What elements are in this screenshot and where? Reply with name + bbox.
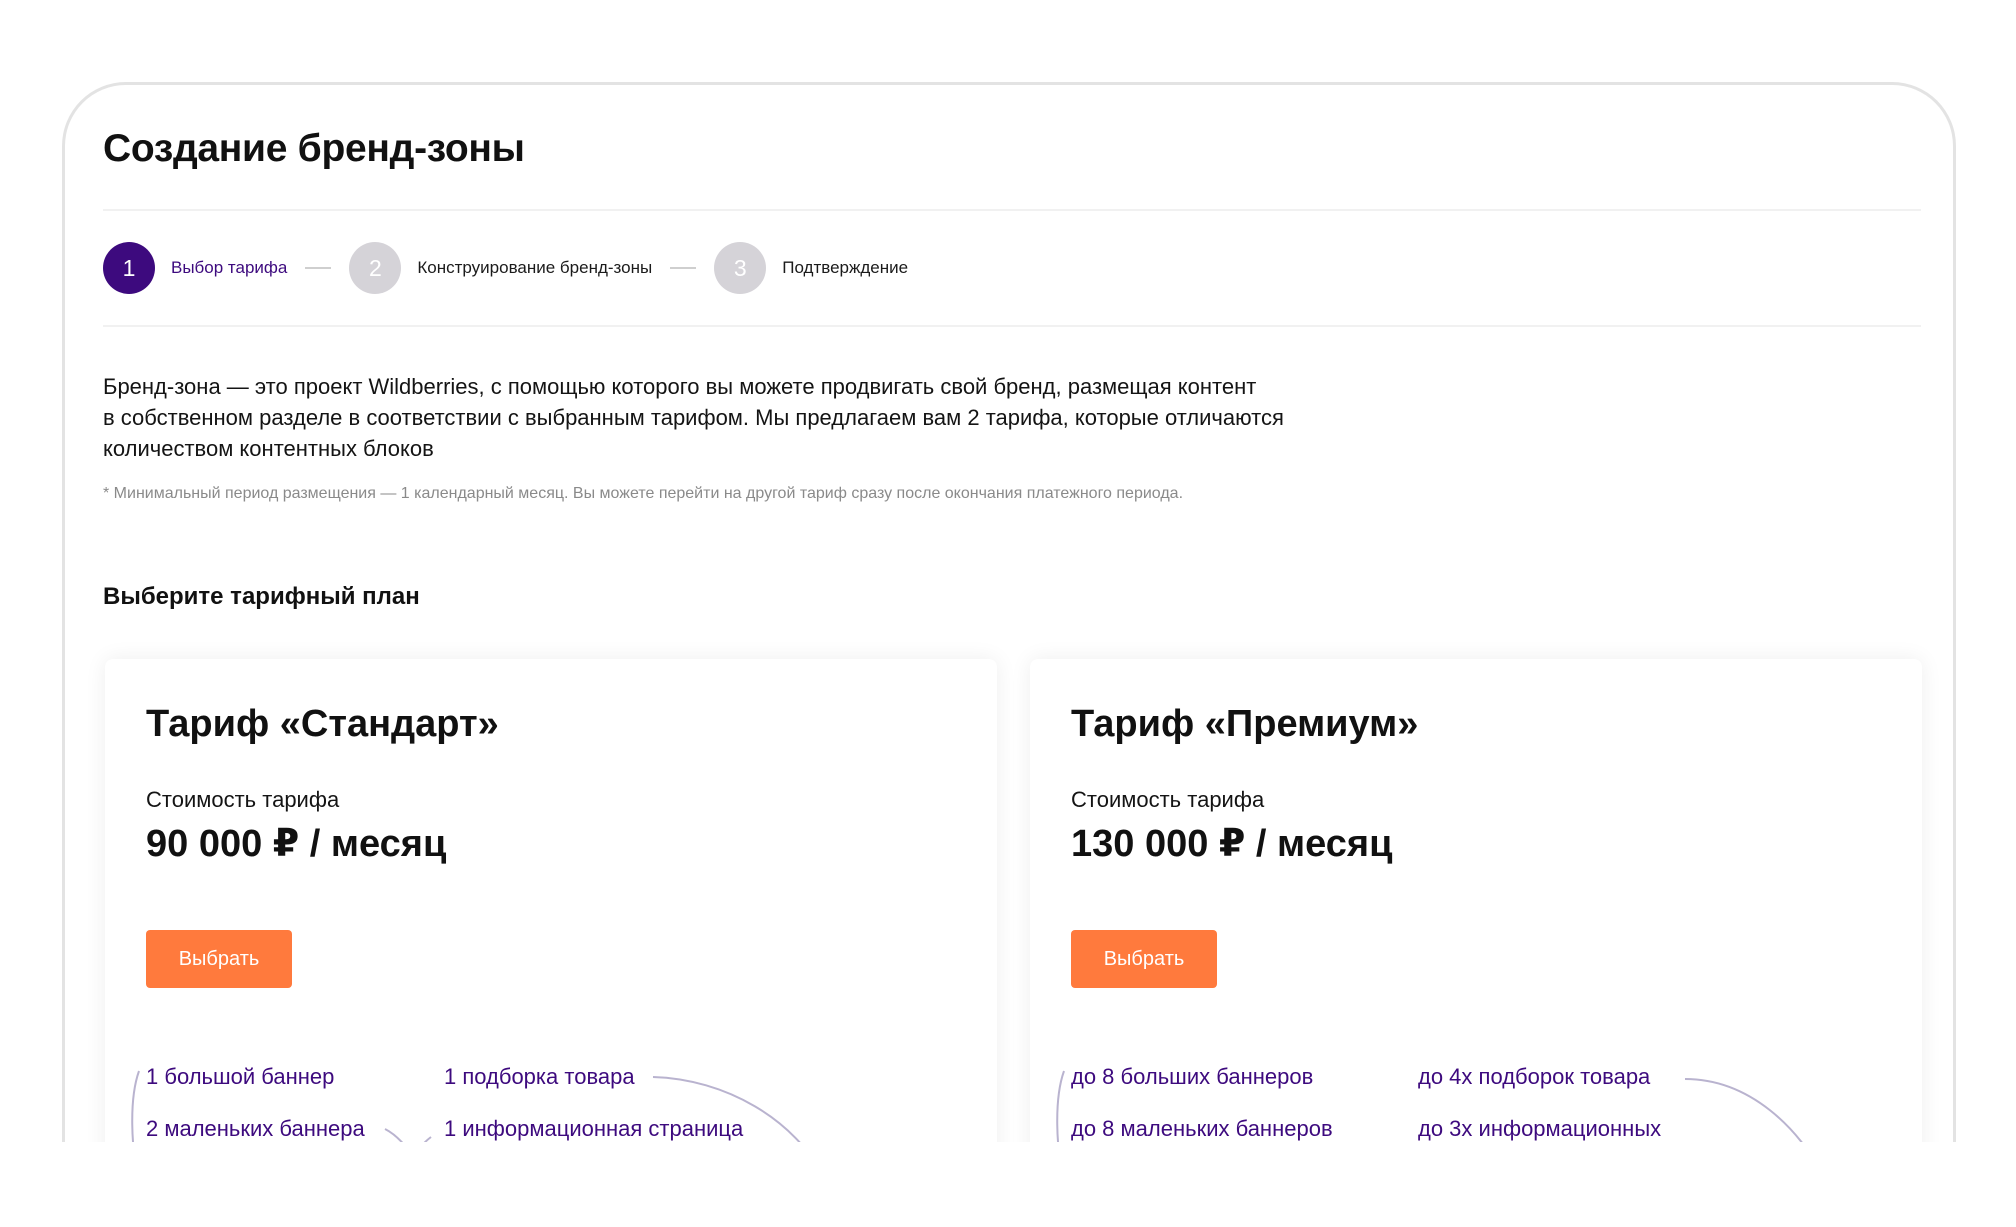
plan-feature: 1 подборка товара (444, 1064, 635, 1089)
step-tariff-selection[interactable]: 1 Выбор тарифа (103, 242, 287, 294)
stepper: 1 Выбор тарифа 2 Конструирование бренд-з… (103, 242, 908, 294)
step-separator (305, 267, 332, 269)
plan-card-premium: Тариф «Премиум» Стоимость тарифа 130 000… (1030, 659, 1922, 1142)
page-title: Создание бренд-зоны (103, 127, 525, 170)
plan-price: 130 000 ₽ / месяц (1071, 823, 1393, 865)
intro-line: Бренд-зона — это проект Wildberries, с п… (103, 374, 1257, 399)
plan-price: 90 000 ₽ / месяц (146, 823, 447, 865)
plan-feature: 1 информационная страница (444, 1116, 744, 1141)
plan-feature: до 4х подборок товара (1418, 1064, 1651, 1089)
step-label: Подтверждение (782, 258, 909, 277)
step-number-circle: 1 (103, 242, 155, 294)
intro-text: Бренд-зона — это проект Wildberries, с п… (103, 371, 1443, 464)
plan-title: Тариф «Стандарт» (146, 703, 499, 745)
plan-feature: 1 большой баннер (146, 1064, 335, 1089)
plan-feature: до 8 больших баннеров (1071, 1064, 1314, 1089)
step-label: Конструирование бренд-зоны (417, 258, 653, 277)
plan-card-standard: Тариф «Стандарт» Стоимость тарифа 90 000… (105, 659, 997, 1142)
plan-feature: до 3х информационных (1418, 1116, 1662, 1141)
plans-section-title: Выберите тарифный план (103, 583, 420, 610)
brand-zone-panel: Создание бренд-зоны 1 Выбор тарифа 2 Кон… (62, 82, 1956, 1142)
stepper-divider (103, 325, 1921, 327)
select-standard-button[interactable]: Выбрать (146, 930, 292, 988)
step-number-circle: 3 (714, 242, 767, 294)
plan-price-label: Стоимость тарифа (146, 787, 340, 812)
plan-feature: до 8 маленьких баннеров (1071, 1116, 1333, 1141)
step-confirmation[interactable]: 3 Подтверждение (714, 242, 908, 294)
plan-title: Тариф «Премиум» (1071, 703, 1419, 745)
plan-feature: 2 маленьких баннера (146, 1116, 365, 1141)
step-number-circle: 2 (349, 242, 402, 294)
intro-line: количеством контентных блоков (103, 436, 434, 461)
header-divider (103, 209, 1921, 211)
step-separator (670, 267, 697, 269)
min-period-note: * Минимальный период размещения — 1 кале… (103, 485, 1184, 502)
select-premium-button[interactable]: Выбрать (1071, 930, 1217, 988)
plan-price-label: Стоимость тарифа (1071, 787, 1265, 812)
intro-line: в собственном разделе в соответствии с в… (103, 405, 1284, 430)
step-label: Выбор тарифа (171, 258, 288, 277)
step-brand-zone-construction[interactable]: 2 Конструирование бренд-зоны (349, 242, 652, 294)
